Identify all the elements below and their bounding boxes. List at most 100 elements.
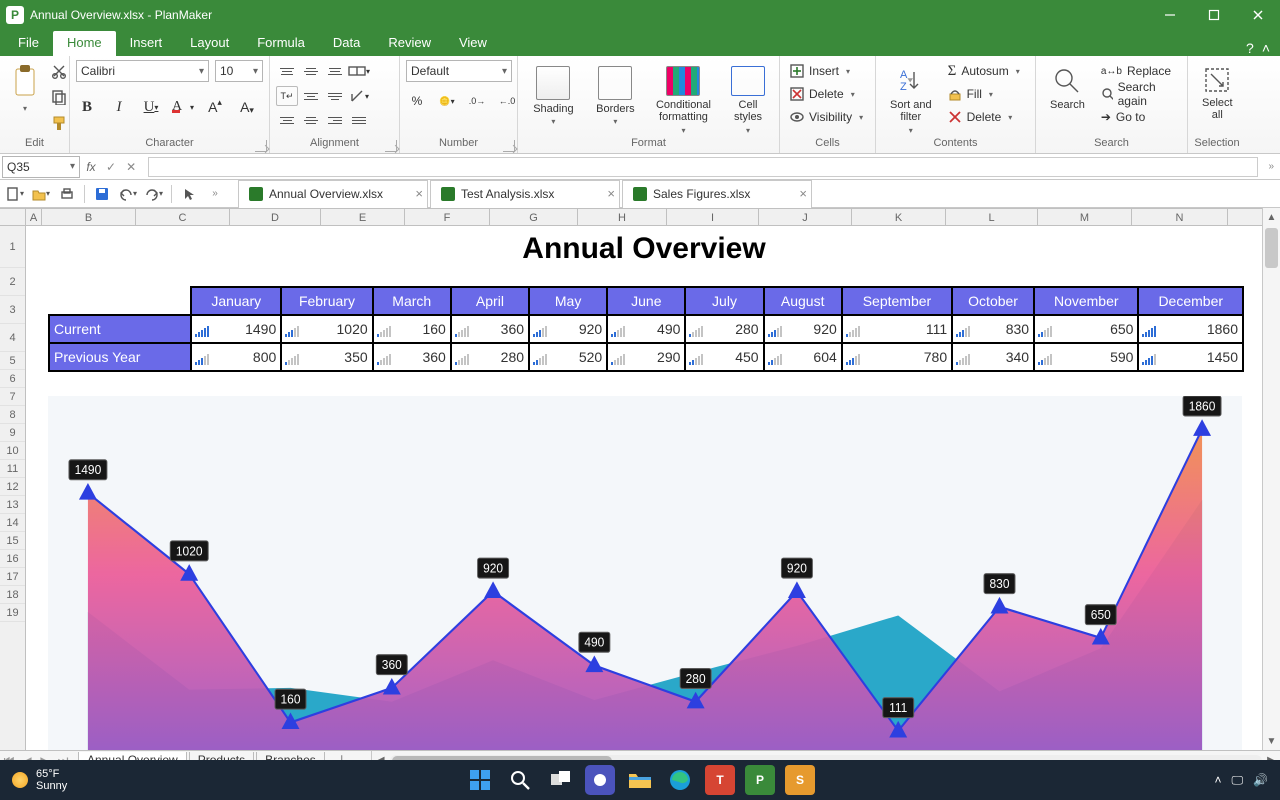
- shading-button[interactable]: Shading ▾: [524, 60, 583, 135]
- row-header[interactable]: 11: [0, 460, 25, 478]
- table-cell[interactable]: 280: [685, 315, 763, 343]
- tray-monitor-icon[interactable]: 🖵: [1231, 773, 1243, 788]
- app-red-icon[interactable]: T: [705, 765, 735, 795]
- name-box[interactable]: Q35▾: [2, 156, 80, 178]
- tab-view[interactable]: View: [445, 31, 501, 56]
- table-cell[interactable]: 340: [952, 343, 1034, 371]
- column-header[interactable]: G: [490, 209, 578, 225]
- row-header[interactable]: 13: [0, 496, 25, 514]
- fill[interactable]: Fill▾: [944, 83, 1024, 105]
- grid-cells[interactable]: Annual Overview JanuaryFebruaryMarchApri…: [26, 226, 1262, 750]
- row-header[interactable]: 14: [0, 514, 25, 532]
- column-header[interactable]: A: [26, 209, 42, 225]
- table-cell[interactable]: 800: [191, 343, 281, 371]
- customize-icon[interactable]: »: [204, 183, 226, 205]
- table-cell[interactable]: 1020: [281, 315, 372, 343]
- maximize-button[interactable]: [1192, 0, 1236, 30]
- decrease-font-button[interactable]: A▾: [236, 96, 258, 118]
- table-cell[interactable]: 490: [607, 315, 685, 343]
- search-button[interactable]: Search: [1042, 60, 1093, 135]
- close-button[interactable]: [1236, 0, 1280, 30]
- row-header[interactable]: 10: [0, 442, 25, 460]
- indent-left[interactable]: [300, 86, 322, 106]
- table-cell[interactable]: 920: [764, 315, 842, 343]
- doc-tab-0[interactable]: Annual Overview.xlsx×: [238, 180, 428, 208]
- select-all-corner[interactable]: [0, 209, 26, 225]
- table-cell[interactable]: 1450: [1138, 343, 1243, 371]
- taskbar-search-icon[interactable]: [505, 765, 535, 795]
- tab-insert[interactable]: Insert: [116, 31, 177, 56]
- doc-tab-2[interactable]: Sales Figures.xlsx×: [622, 180, 812, 208]
- app-orange-icon[interactable]: S: [785, 765, 815, 795]
- cut-button[interactable]: [48, 60, 70, 82]
- row-header[interactable]: 18: [0, 586, 25, 604]
- row-header[interactable]: 4: [0, 324, 25, 352]
- column-header[interactable]: L: [946, 209, 1038, 225]
- column-header[interactable]: I: [667, 209, 759, 225]
- align-justify[interactable]: [348, 110, 370, 130]
- expand-formula-bar[interactable]: »: [1268, 161, 1280, 172]
- align-left[interactable]: [276, 110, 298, 130]
- table-cell[interactable]: 1490: [191, 315, 281, 343]
- tab-review[interactable]: Review: [374, 31, 445, 56]
- table-cell[interactable]: 450: [685, 343, 763, 371]
- tab-data[interactable]: Data: [319, 31, 374, 56]
- table-cell[interactable]: 604: [764, 343, 842, 371]
- merge-cells[interactable]: ▾: [348, 60, 370, 82]
- pointer-icon[interactable]: [178, 183, 200, 205]
- cancel-icon[interactable]: ✕: [122, 160, 140, 174]
- row-header[interactable]: 2: [0, 268, 25, 296]
- close-tab-icon[interactable]: ×: [799, 187, 807, 200]
- table-cell[interactable]: 590: [1034, 343, 1138, 371]
- new-doc-icon[interactable]: ▾: [4, 183, 26, 205]
- column-header[interactable]: E: [321, 209, 405, 225]
- align-right[interactable]: [324, 110, 346, 130]
- replace[interactable]: a↔bReplace: [1097, 60, 1181, 82]
- underline-button[interactable]: U ▾: [140, 96, 162, 118]
- weather-widget[interactable]: 65°FSunny: [0, 768, 67, 792]
- save-icon[interactable]: [91, 183, 113, 205]
- table-cell[interactable]: 360: [373, 343, 451, 371]
- select-all-button[interactable]: Select all: [1194, 60, 1241, 135]
- row-header[interactable]: 12: [0, 478, 25, 496]
- table-cell[interactable]: 1860: [1138, 315, 1243, 343]
- align-bottom[interactable]: [324, 61, 346, 81]
- font-size-combo[interactable]: 10▾: [215, 60, 263, 82]
- fx-icon[interactable]: fx: [82, 160, 100, 174]
- column-header[interactable]: M: [1038, 209, 1132, 225]
- task-view-icon[interactable]: [545, 765, 575, 795]
- contents-delete[interactable]: Delete▾: [944, 106, 1024, 128]
- tab-home[interactable]: Home: [53, 31, 116, 56]
- cells-delete[interactable]: Delete▾: [786, 83, 859, 105]
- row-header[interactable]: 8: [0, 406, 25, 424]
- cells-insert[interactable]: Insert▾: [786, 60, 854, 82]
- vertical-scrollbar[interactable]: ▲ ▼: [1262, 208, 1280, 750]
- paste-button[interactable]: [6, 60, 44, 102]
- table-cell[interactable]: 111: [842, 315, 952, 343]
- table-cell[interactable]: 520: [529, 343, 607, 371]
- row-header[interactable]: 17: [0, 568, 25, 586]
- table-cell[interactable]: 360: [451, 315, 529, 343]
- column-header[interactable]: H: [578, 209, 667, 225]
- start-icon[interactable]: [465, 765, 495, 795]
- table-cell[interactable]: 650: [1034, 315, 1138, 343]
- group-corner-character[interactable]: [255, 140, 267, 152]
- font-name-combo[interactable]: Calibri▾: [76, 60, 209, 82]
- group-corner-number[interactable]: [503, 140, 515, 152]
- currency-button[interactable]: 🪙▾: [436, 90, 458, 112]
- chat-icon[interactable]: [585, 765, 615, 795]
- table-cell[interactable]: 290: [607, 343, 685, 371]
- percent-button[interactable]: %: [406, 90, 428, 112]
- close-tab-icon[interactable]: ×: [607, 187, 615, 200]
- row-header[interactable]: 19: [0, 604, 25, 622]
- cells-visibility[interactable]: Visibility▾: [786, 106, 867, 128]
- open-icon[interactable]: ▾: [30, 183, 52, 205]
- align-top[interactable]: [276, 61, 298, 81]
- copy-button[interactable]: [48, 86, 70, 108]
- sort-filter-button[interactable]: AZ Sort and filter▾: [882, 60, 940, 135]
- column-header[interactable]: D: [230, 209, 321, 225]
- italic-button[interactable]: I: [108, 96, 130, 118]
- bold-button[interactable]: B: [76, 96, 98, 118]
- row-header[interactable]: 15: [0, 532, 25, 550]
- collapse-ribbon-icon[interactable]: ˄: [1262, 40, 1270, 56]
